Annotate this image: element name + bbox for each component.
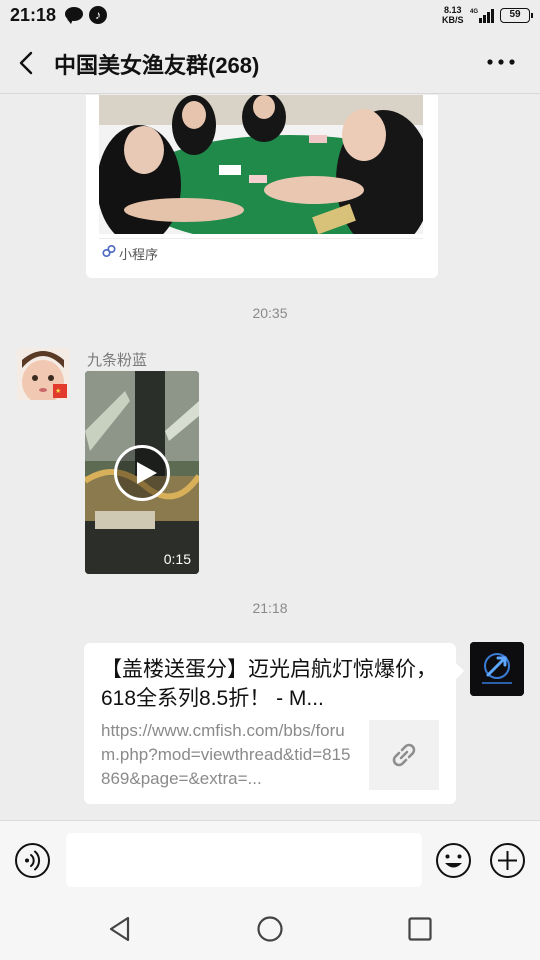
battery-level: 59 xyxy=(509,9,521,20)
video-duration: 0:15 xyxy=(163,551,191,567)
emoji-icon[interactable] xyxy=(435,842,472,879)
input-bar xyxy=(0,820,540,900)
signal-icon: 4G xyxy=(470,9,494,23)
self-avatar[interactable] xyxy=(470,642,524,696)
nav-back-icon[interactable] xyxy=(106,915,134,943)
system-nav-bar xyxy=(0,900,540,960)
video-message[interactable]: 0:15 xyxy=(85,371,199,574)
chat-messages[interactable]: 小程序 20:35 ★ 九条粉蓝 0:15 21:18 【盖楼送蛋分】迈光启航灯… xyxy=(0,95,540,820)
more-icon[interactable] xyxy=(486,58,516,66)
voice-icon[interactable] xyxy=(14,842,51,879)
mini-program-image xyxy=(99,95,423,234)
play-icon[interactable] xyxy=(114,445,170,501)
nav-home-icon[interactable] xyxy=(256,915,284,943)
sender-name: 九条粉蓝 xyxy=(87,352,148,369)
network-speed: 8.13 KB/S xyxy=(442,5,464,25)
timestamp: 21:18 xyxy=(252,600,288,616)
battery-icon: 59 xyxy=(500,8,533,23)
back-icon[interactable] xyxy=(14,50,40,76)
network-type: 4G xyxy=(470,9,478,15)
link-thumbnail xyxy=(369,720,439,790)
message-input[interactable] xyxy=(66,833,422,887)
chat-header: 中国美女渔友群(268) xyxy=(0,32,540,94)
nav-recent-icon[interactable] xyxy=(406,915,434,943)
network-speed-value: 8.13 xyxy=(443,5,462,15)
status-time: 21:18 xyxy=(10,5,57,25)
link-url: https://www.cmfish.com/bbs/forum.php?mod… xyxy=(101,721,351,788)
mini-program-label: 小程序 xyxy=(119,247,159,262)
chat-title: 中国美女渔友群(268) xyxy=(54,53,260,78)
network-speed-unit: KB/S xyxy=(442,15,464,25)
message-notification-icon xyxy=(65,7,83,24)
link-title: 【盖楼送蛋分】迈光启航灯惊爆价，618全系列8.5折！ - M... xyxy=(101,658,437,710)
avatar[interactable]: ★ xyxy=(17,348,69,400)
link-icon xyxy=(392,743,416,767)
status-bar: 21:18 ♪ 8.13 KB/S 4G 59 xyxy=(0,0,540,32)
timestamp: 20:35 xyxy=(252,305,288,321)
plus-icon[interactable] xyxy=(489,842,526,879)
mini-program-icon xyxy=(102,244,116,258)
mini-program-card[interactable]: 小程序 xyxy=(86,95,438,278)
svg-text:★: ★ xyxy=(55,387,61,395)
link-share-card[interactable]: 【盖楼送蛋分】迈光启航灯惊爆价，618全系列8.5折！ - M... https… xyxy=(84,643,464,804)
divider xyxy=(99,238,423,239)
music-notification-icon: ♪ xyxy=(89,6,107,24)
